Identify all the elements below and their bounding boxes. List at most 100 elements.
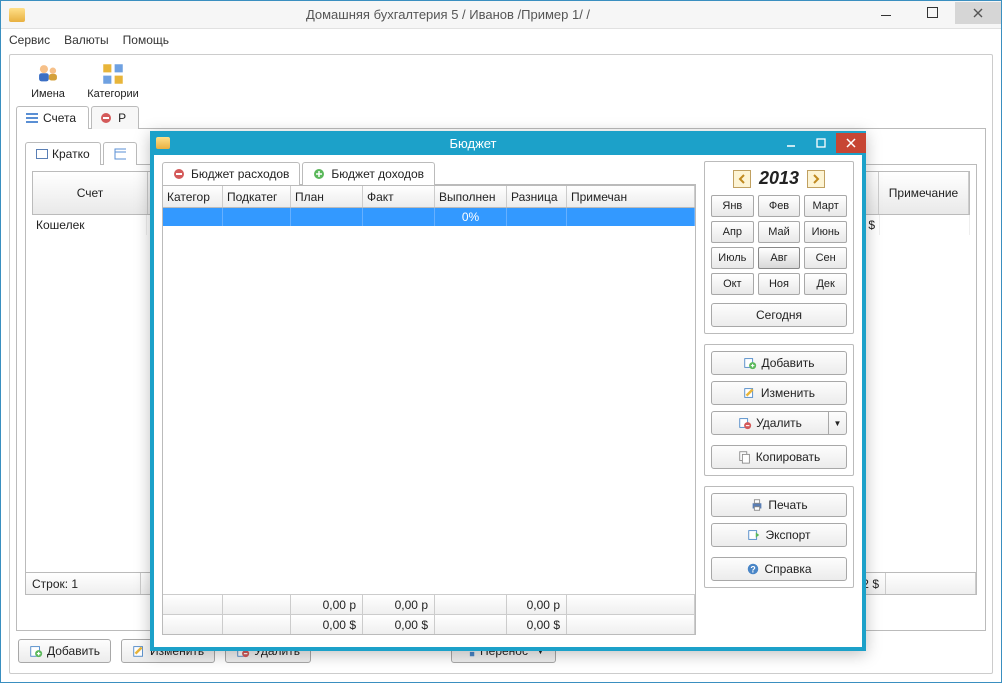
tab-budget-income[interactable]: Бюджет доходов bbox=[302, 162, 435, 185]
dialog-sidebar: 2013 ЯнвФевМарт АпрМайИюнь ИюльАвгСен ОктНо… bbox=[704, 161, 854, 635]
copy-icon bbox=[738, 450, 752, 464]
month-button-4[interactable]: Май bbox=[758, 221, 801, 243]
tab-expenses-partial[interactable]: Р bbox=[91, 106, 139, 129]
menu-service[interactable]: Сервис bbox=[9, 33, 50, 47]
month-button-11[interactable]: Дек bbox=[804, 273, 847, 295]
dialog-print-button[interactable]: Печать bbox=[711, 493, 847, 517]
plus-icon bbox=[313, 168, 327, 180]
dialog-title: Бюджет bbox=[170, 136, 776, 151]
menu-currencies[interactable]: Валюты bbox=[64, 33, 109, 47]
budget-dialog: Бюджет Бюджет расходов Бюджет доходов bbox=[150, 131, 866, 651]
col-subcategory[interactable]: Подкатег bbox=[223, 186, 291, 207]
grid-icon bbox=[36, 149, 48, 159]
col-diff[interactable]: Разница bbox=[507, 186, 567, 207]
menu-help[interactable]: Помощь bbox=[123, 33, 169, 47]
svg-text:?: ? bbox=[751, 565, 756, 575]
action-box-1: Добавить Изменить Удалить ▼ bbox=[704, 344, 854, 476]
dialog-close-button[interactable] bbox=[836, 133, 866, 153]
dialog-add-button[interactable]: Добавить bbox=[711, 351, 847, 375]
budget-totals: 0,00 р 0,00 р 0,00 р 0,00 $ 0,00 $ bbox=[163, 594, 695, 634]
today-button[interactable]: Сегодня bbox=[711, 303, 847, 327]
budget-table-header: Категор Подкатег План Факт Выполнен Разн… bbox=[163, 186, 695, 208]
subtab-partial[interactable] bbox=[103, 142, 137, 165]
dialog-copy-button[interactable]: Копировать bbox=[711, 445, 847, 469]
col-account[interactable]: Счет bbox=[33, 172, 148, 214]
tab-budget-expenses[interactable]: Бюджет расходов bbox=[162, 162, 300, 185]
dialog-minimize-button[interactable] bbox=[776, 133, 806, 153]
budget-table: Категор Подкатег План Факт Выполнен Разн… bbox=[162, 185, 696, 635]
add-icon bbox=[743, 356, 757, 370]
total-diff-rub: 0,00 р bbox=[507, 595, 567, 614]
month-button-2[interactable]: Март bbox=[804, 195, 847, 217]
toolbar-names-label: Имена bbox=[31, 88, 65, 100]
tab-r-label: Р bbox=[118, 111, 126, 125]
list-icon bbox=[25, 112, 39, 124]
dialog-add-label: Добавить bbox=[761, 356, 814, 370]
col-done[interactable]: Выполнен bbox=[435, 186, 507, 207]
done-cell: 0% bbox=[435, 208, 507, 226]
window-minimize-button[interactable] bbox=[863, 2, 909, 24]
people-icon bbox=[35, 61, 61, 87]
col-plan[interactable]: План bbox=[291, 186, 363, 207]
toolbar-categories-button[interactable]: Категории bbox=[81, 61, 145, 100]
month-button-10[interactable]: Ноя bbox=[758, 273, 801, 295]
col-note[interactable]: Примечание bbox=[879, 172, 969, 214]
month-button-1[interactable]: Фев bbox=[758, 195, 801, 217]
dialog-delete-dropdown[interactable]: ▼ bbox=[829, 411, 847, 435]
menubar: Сервис Валюты Помощь bbox=[1, 29, 1001, 50]
app-icon bbox=[156, 137, 170, 149]
add-button[interactable]: Добавить bbox=[18, 639, 111, 663]
edit-icon bbox=[132, 644, 146, 658]
year-prev-button[interactable] bbox=[733, 170, 751, 188]
col-note[interactable]: Примечан bbox=[567, 186, 695, 207]
titlebar: Домашняя бухгалтерия 5 / Иванов /Пример … bbox=[1, 1, 1001, 29]
dialog-edit-button[interactable]: Изменить bbox=[711, 381, 847, 405]
tab-budget-income-label: Бюджет доходов bbox=[331, 167, 424, 181]
total-fact-rub: 0,00 р bbox=[363, 595, 435, 614]
year-next-button[interactable] bbox=[807, 170, 825, 188]
tab-budget-expenses-label: Бюджет расходов bbox=[191, 167, 289, 181]
dialog-titlebar: Бюджет bbox=[150, 131, 866, 155]
dialog-delete-button[interactable]: Удалить bbox=[711, 411, 829, 435]
dialog-delete-label: Удалить bbox=[756, 416, 802, 430]
month-button-8[interactable]: Сен bbox=[804, 247, 847, 269]
month-button-3[interactable]: Апр bbox=[711, 221, 754, 243]
month-button-5[interactable]: Июнь bbox=[804, 221, 847, 243]
dialog-help-button[interactable]: ? Справка bbox=[711, 557, 847, 581]
subtab-short[interactable]: Кратко bbox=[25, 142, 101, 165]
chevron-down-icon: ▼ bbox=[834, 419, 842, 428]
month-button-9[interactable]: Окт bbox=[711, 273, 754, 295]
grid-icon bbox=[114, 148, 126, 160]
month-button-7[interactable]: Авг bbox=[758, 247, 801, 269]
total-plan-rub: 0,00 р bbox=[291, 595, 363, 614]
total-diff-usd: 0,00 $ bbox=[507, 615, 567, 634]
action-box-2: Печать Экспорт ? Справка bbox=[704, 486, 854, 588]
col-fact[interactable]: Факт bbox=[363, 186, 435, 207]
main-toolbar: Имена Категории bbox=[16, 61, 986, 101]
dialog-print-label: Печать bbox=[768, 498, 807, 512]
minus-icon bbox=[100, 112, 114, 124]
year-label: 2013 bbox=[759, 168, 799, 189]
dialog-export-label: Экспорт bbox=[765, 528, 810, 542]
col-category[interactable]: Категор bbox=[163, 186, 223, 207]
tab-accounts[interactable]: Счета bbox=[16, 106, 89, 129]
help-icon: ? bbox=[746, 562, 760, 576]
dialog-export-button[interactable]: Экспорт bbox=[711, 523, 847, 547]
minus-icon bbox=[173, 168, 187, 180]
chevron-right-icon bbox=[812, 174, 820, 184]
content-area: Имена Категории Счета Р Кратко bbox=[9, 54, 993, 674]
month-button-6[interactable]: Июль bbox=[711, 247, 754, 269]
date-picker: 2013 ЯнвФевМарт АпрМайИюнь ИюльАвгСен ОктНо… bbox=[704, 161, 854, 334]
print-icon bbox=[750, 498, 764, 512]
window-maximize-button[interactable] bbox=[909, 2, 955, 24]
delete-icon bbox=[738, 416, 752, 430]
toolbar-names-button[interactable]: Имена bbox=[16, 61, 80, 100]
subtab-short-label: Кратко bbox=[52, 147, 90, 161]
budget-top-row[interactable]: 0% bbox=[163, 208, 695, 226]
dialog-maximize-button[interactable] bbox=[806, 133, 836, 153]
chevron-left-icon bbox=[738, 174, 746, 184]
month-button-0[interactable]: Янв bbox=[711, 195, 754, 217]
window-close-button[interactable] bbox=[955, 2, 1001, 24]
toolbar-categories-label: Категории bbox=[87, 88, 139, 100]
window-title: Домашняя бухгалтерия 5 / Иванов /Пример … bbox=[33, 7, 863, 22]
